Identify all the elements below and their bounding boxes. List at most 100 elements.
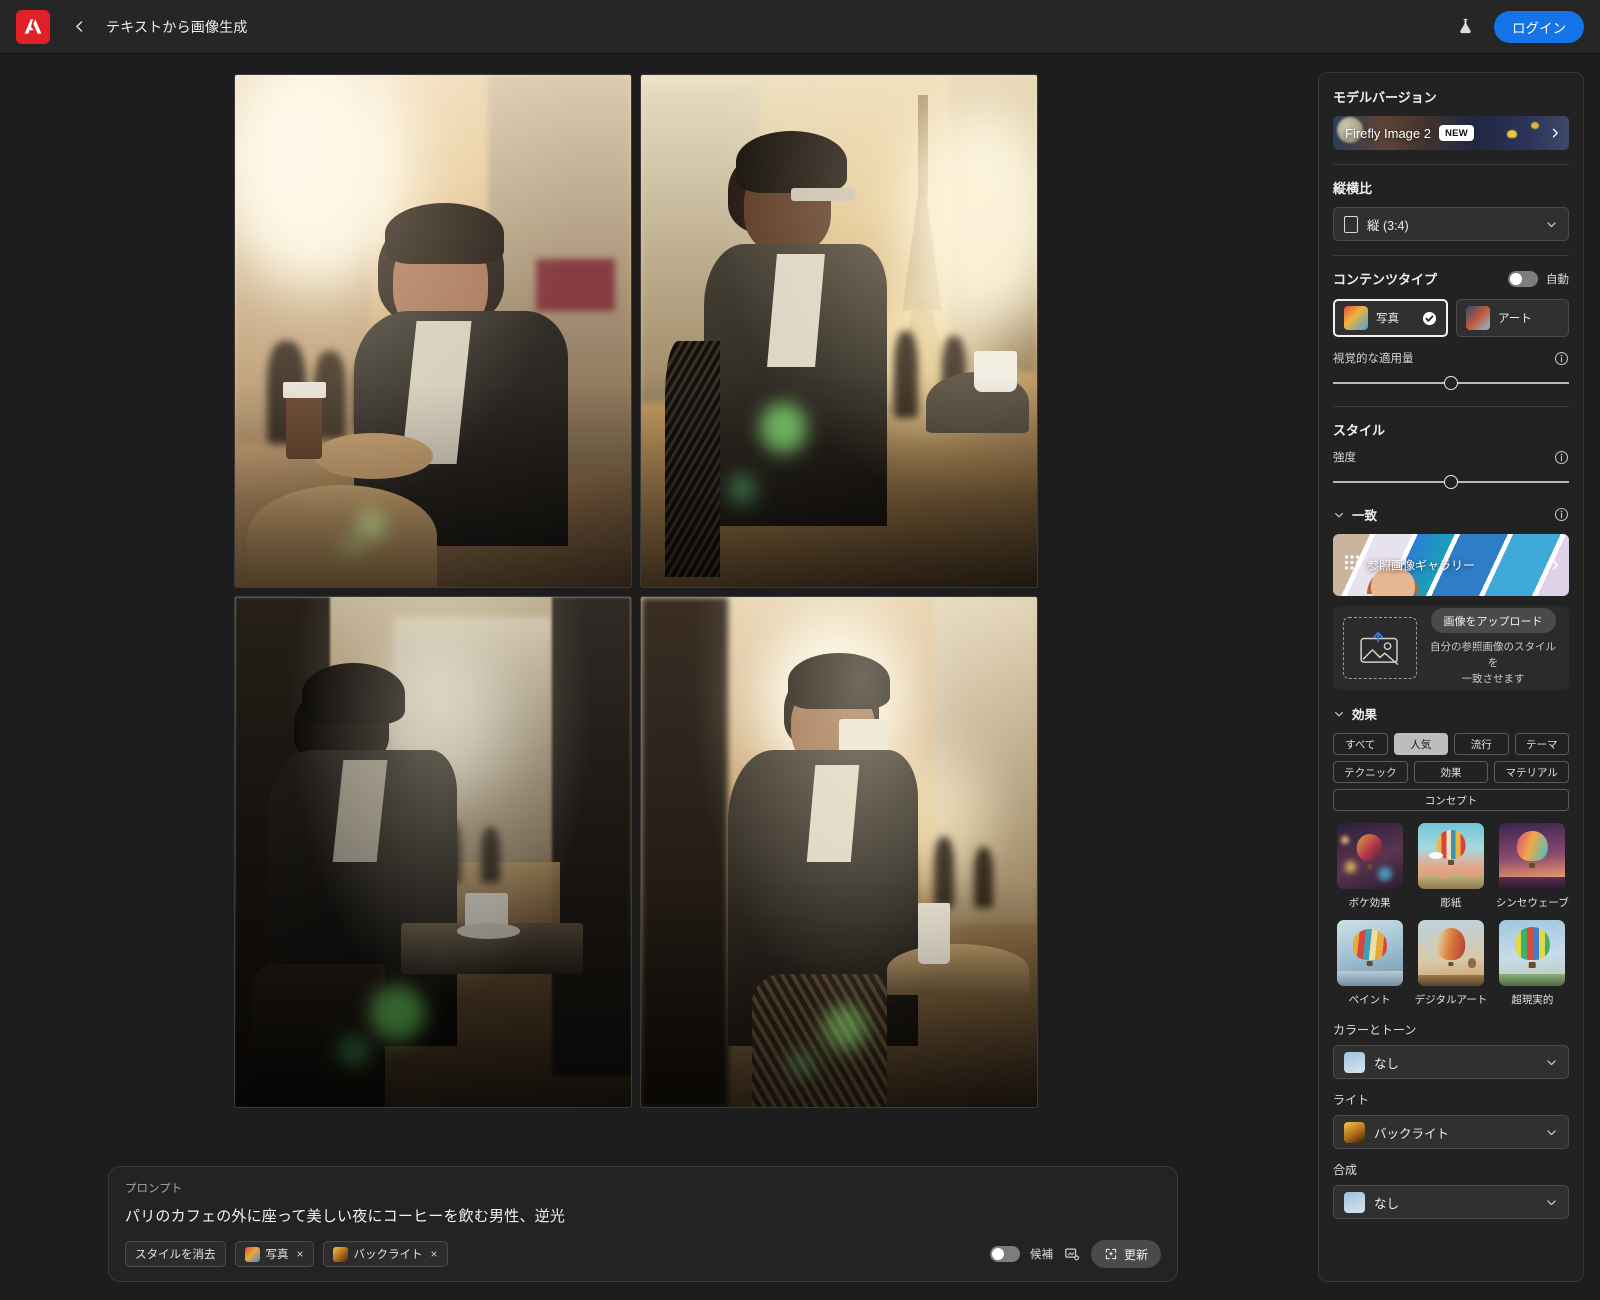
image-results-grid [234, 74, 1038, 1114]
candidates-toggle[interactable] [989, 1246, 1020, 1262]
content-type-header: コンテンツタイプ 自動 [1333, 269, 1569, 288]
divider-2 [1333, 255, 1569, 256]
effects-filter-material[interactable]: マテリアル [1494, 761, 1570, 783]
chevron-right-icon [1549, 559, 1561, 571]
clear-styles-label: スタイルを消去 [135, 1249, 216, 1261]
composition-thumb [1344, 1191, 1365, 1213]
effect-item-papercut[interactable]: 彫紙 [1414, 823, 1487, 910]
flask-icon[interactable] [1454, 16, 1476, 38]
aspect-ratio-select[interactable]: 縦 (3:4) [1333, 207, 1569, 241]
divider-1 [1333, 164, 1569, 165]
compare-icon[interactable] [1063, 1245, 1081, 1263]
effect-thumb-papercut [1417, 823, 1484, 889]
check-icon [1422, 311, 1437, 326]
prompt-bar: プロンプト パリのカフェの外に座って美しい夜にコーヒーを飲む男性、逆光 スタイル… [108, 1166, 1178, 1282]
reference-gallery-card[interactable]: 参照画像ギャラリー [1333, 534, 1569, 596]
results-canvas: プロンプト パリのカフェの外に座って美しい夜にコーヒーを飲む男性、逆光 スタイル… [0, 54, 1318, 1300]
effect-label-paint: ペイント [1348, 994, 1391, 1006]
upload-reference-card: 画像をアップロード 自分の参照画像のスタイルを 一致させます [1333, 606, 1569, 690]
color-tone-select[interactable]: なし [1333, 1045, 1569, 1079]
upload-image-icon [1359, 631, 1401, 665]
composition-title: 合成 [1333, 1163, 1358, 1177]
adobe-logo[interactable] [16, 9, 50, 44]
settings-sidebar: モデルバージョン Firefly Image 2 NEW 縦横比 縦 (3:4) [1318, 72, 1584, 1282]
style-strength-slider[interactable] [1333, 473, 1569, 491]
visual-intensity-slider[interactable] [1333, 374, 1569, 392]
image-4-content [641, 597, 1037, 1107]
aspect-ratio-title: 縦横比 [1333, 181, 1373, 196]
chevron-down-icon [1545, 218, 1558, 231]
prompt-actions: 候補 更新 [989, 1240, 1161, 1268]
effect-label-digital-art: デジタルアート [1414, 994, 1488, 1006]
generated-image-3[interactable] [234, 596, 632, 1108]
info-icon[interactable] [1554, 507, 1569, 522]
style-chip-backlight[interactable]: バックライト × [322, 1241, 448, 1267]
refresh-button[interactable]: 更新 [1090, 1240, 1161, 1268]
effects-thumbnail-grid: ボケ効果 彫紙 シンセウェーブ ペイント デジタルアート 超現実的 [1333, 823, 1569, 1007]
image-1-content [235, 75, 631, 587]
style-chip-photo-label: 写真 [265, 1249, 289, 1261]
effect-item-hyperrealistic[interactable]: 超現実的 [1496, 920, 1569, 1007]
style-chip-photo[interactable]: 写真 × [234, 1241, 314, 1267]
upload-description: 自分の参照画像のスタイルを 一致させます [1427, 640, 1559, 687]
effect-item-bokeh[interactable]: ボケ効果 [1333, 823, 1406, 910]
chevron-down-icon [1333, 708, 1345, 720]
match-title: 一致 [1352, 509, 1378, 523]
generated-image-4[interactable] [640, 596, 1038, 1108]
color-tone-value: なし [1374, 1056, 1400, 1071]
remove-photo-chip-icon[interactable]: × [297, 1247, 304, 1261]
effects-filter-chips: すべて 人気 流行 テーマ テクニック 効果 マテリアル コンセプト [1333, 733, 1570, 811]
upload-image-button[interactable]: 画像をアップロード [1430, 608, 1556, 634]
color-tone-title: カラーとトーン [1333, 1023, 1417, 1037]
prompt-input[interactable]: パリのカフェの外に座って美しい夜にコーヒーを飲む男性、逆光 [125, 1205, 1161, 1226]
light-group: ライト バックライト [1333, 1091, 1569, 1149]
login-button[interactable]: ログイン [1494, 10, 1584, 43]
effects-filter-all[interactable]: すべて [1333, 733, 1388, 755]
effects-section-header[interactable]: 効果 [1333, 704, 1569, 723]
info-icon[interactable] [1554, 450, 1569, 465]
prompt-chips-row: スタイルを消去 写真 × バックライト × 候補 更新 [125, 1240, 1161, 1268]
composition-group: 合成 なし [1333, 1161, 1569, 1219]
effects-filter-popular[interactable]: 人気 [1393, 733, 1448, 755]
effects-filter-trending[interactable]: 流行 [1454, 733, 1509, 755]
chevron-down-icon [1333, 509, 1345, 521]
effects-filter-concept[interactable]: コンセプト [1333, 789, 1569, 811]
info-icon[interactable] [1554, 351, 1569, 366]
content-type-art[interactable]: アート [1456, 299, 1569, 337]
clear-styles-button[interactable]: スタイルを消去 [125, 1241, 226, 1267]
slider-knob[interactable] [1444, 376, 1458, 390]
balloon-art [1499, 823, 1566, 889]
header-actions: ログイン [1454, 10, 1584, 43]
effect-label-hyperrealistic: 超現実的 [1511, 994, 1554, 1006]
composition-value: なし [1374, 1196, 1400, 1211]
auto-toggle-area: 自動 [1508, 270, 1569, 287]
generated-image-1[interactable] [234, 74, 632, 588]
effect-thumb-bokeh [1336, 823, 1403, 889]
chevron-down-icon [1545, 1196, 1558, 1209]
effect-thumb-digital-art [1417, 920, 1484, 986]
light-select[interactable]: バックライト [1333, 1115, 1569, 1149]
effects-filter-technique[interactable]: テクニック [1333, 761, 1408, 783]
content-type-photo[interactable]: 写真 [1333, 299, 1448, 337]
effect-item-paint[interactable]: ペイント [1333, 920, 1406, 1007]
effects-filter-effect[interactable]: 効果 [1413, 761, 1489, 783]
page-title: テキストから画像生成 [106, 18, 248, 35]
content-type-auto-toggle[interactable] [1508, 270, 1538, 287]
art-option-thumb [1466, 306, 1490, 330]
effects-filter-theme[interactable]: テーマ [1514, 733, 1569, 755]
effect-label-synthwave: シンセウェーブ [1495, 897, 1569, 909]
upload-dropzone[interactable] [1343, 617, 1417, 679]
model-version-selector[interactable]: Firefly Image 2 NEW [1333, 116, 1569, 150]
upload-text-area: 画像をアップロード 自分の参照画像のスタイルを 一致させます [1427, 608, 1559, 687]
match-section-header[interactable]: 一致 [1333, 505, 1569, 524]
generated-image-2[interactable] [640, 74, 1038, 588]
upload-description-line2: 一致させます [1461, 672, 1525, 685]
slider-knob[interactable] [1444, 475, 1458, 489]
effect-item-digital-art[interactable]: デジタルアート [1414, 920, 1487, 1007]
visual-intensity-label: 視覚的な適用量 [1333, 353, 1414, 365]
effect-thumb-paint [1336, 920, 1403, 986]
composition-select[interactable]: なし [1333, 1185, 1569, 1219]
effect-item-synthwave[interactable]: シンセウェーブ [1496, 823, 1569, 910]
remove-backlight-chip-icon[interactable]: × [431, 1247, 438, 1261]
back-button[interactable] [66, 14, 92, 40]
